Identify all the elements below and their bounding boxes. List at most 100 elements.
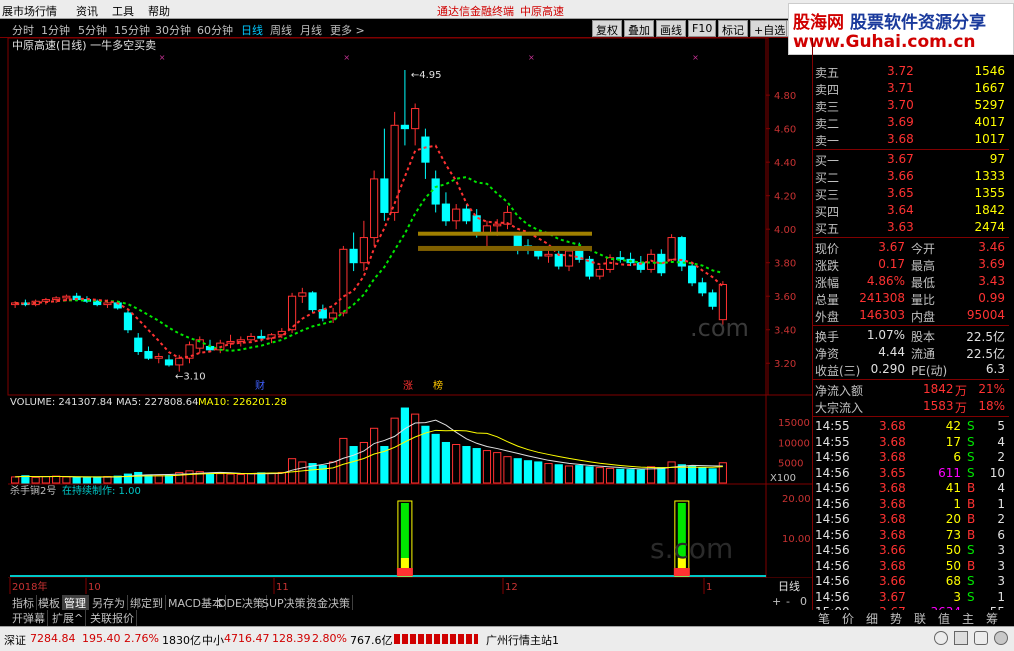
volume-bar [544,463,553,484]
period-tab-15min[interactable]: 15分钟 [114,22,150,38]
volume-bar [31,476,40,484]
zoom-in-button[interactable]: + [770,595,783,610]
tick-volume: 611 [938,465,961,480]
tick-row: 14:56 3.68 1 B 1 [813,496,1009,513]
period-tab-weekly[interactable]: 周线 [270,22,292,38]
flow-value: 1583 [923,399,954,413]
volume-bar [52,475,61,484]
candle-body [349,248,358,264]
network-icon[interactable] [994,631,1008,645]
expand-button[interactable]: 扩展^ [50,610,87,626]
stat-label: 今开 [911,242,936,256]
tab-sup[interactable]: SUP决策 [260,595,309,610]
fuquan-button[interactable]: 复权 [592,20,622,37]
f10-button[interactable]: F10 [688,20,717,37]
ask-row: 卖五 3.72 1546 [813,63,1009,80]
period-tab-5min[interactable]: 5分钟 [78,22,107,38]
related-quote-button[interactable]: 关联报价 [88,610,137,626]
panel-separator [813,149,1009,150]
stat-value: 3.46 [978,240,1005,254]
candle-body [134,337,143,353]
chart-area[interactable]: 中原高速(日线) 一牛多空买卖 4.80 4.60 4.40 4.20 4.00 3.80 3… [0,37,812,594]
period-tab-1min[interactable]: 1分钟 [41,22,70,38]
stat-label: 最高 [911,259,936,273]
stat-value: 4.86% [866,274,905,288]
candle-body [390,124,399,213]
volume-bar [441,441,451,484]
stat-value: 3.69 [978,257,1005,271]
tick-side: B [967,512,976,526]
ask-volume: 4017 [974,115,1005,129]
settings-icon[interactable] [974,631,988,645]
ask-label: 卖一 [815,134,840,148]
lock-icon[interactable] [954,631,968,645]
panel-tab-chips[interactable]: 筹 [986,610,998,627]
panel-tab-ticks[interactable]: 笔 [818,610,830,627]
menu-item-news[interactable]: 资讯 [76,3,98,19]
flow-row: 净流入额 1842 万 21% [813,381,1009,398]
panel-tab-price[interactable]: 价 [842,610,854,627]
tick-volume: 41 [945,481,961,495]
stock-title: 中原高速 [520,5,564,18]
period-tab-more[interactable]: 更多 > [330,22,365,38]
tab-save-as[interactable]: 另存为 [90,595,128,610]
ask-label: 卖二 [815,117,840,131]
menu-item-help[interactable]: 帮助 [148,3,170,19]
zoom-reset-button[interactable]: 0 [798,595,809,610]
volume-bar [154,475,163,484]
sz-index-amount: 1830亿 [162,634,201,647]
panel-tab-value[interactable]: 值 [938,610,950,627]
period-tab-intraday[interactable]: 分时 [12,22,34,38]
stat-row: 涨跌 0.17 最高 3.69 [813,256,1009,273]
tick-row: 14:56 3.68 20 B 2 [813,511,1009,528]
stat-label: 现价 [815,242,840,256]
tab-fund[interactable]: 资金决策 [304,595,353,610]
volume-bar [370,427,379,484]
tab-manage[interactable]: 管理 [62,595,89,610]
overlay-button[interactable]: 叠加 [624,20,654,37]
tick-count: 3 [997,574,1005,588]
volume-bar [698,467,707,484]
bid-volume: 97 [989,152,1005,166]
stat-row: 净资 4.44 流通 22.5亿 [813,344,1009,361]
panel-tab-trend[interactable]: 势 [890,610,902,627]
app-title: 通达信金融终端 [437,5,514,18]
volume-bar [595,467,604,484]
bid-label: 买四 [815,205,840,219]
panel-tab-link[interactable]: 联 [914,610,926,627]
tab-template[interactable]: 模板 [36,595,63,610]
mark-button[interactable]: 标记 [718,20,748,37]
panel-tab-detail[interactable]: 细 [866,610,878,627]
tab-indicator[interactable]: 指标 [10,595,37,610]
period-tab-60min[interactable]: 60分钟 [197,22,233,38]
volume-ma10: MA10: 226201.28 [198,397,287,408]
bid-label: 买三 [815,188,840,202]
kline-chart-svg[interactable]: 中原高速(日线) 一牛多空买卖 4.80 4.60 4.40 4.20 4.00 3.80 3… [0,37,812,594]
menu-item-tools[interactable]: 工具 [112,3,134,19]
zoom-out-button[interactable]: - [784,595,792,610]
danmaku-button[interactable]: 开弹幕 [10,610,48,626]
clock-icon[interactable] [934,631,948,645]
period-tab-daily[interactable]: 日线 [241,22,263,38]
add-watchlist-button[interactable]: +自选 [750,20,790,37]
volume-bar [431,433,440,484]
volume-bar [226,473,235,484]
tick-side: S [967,589,975,604]
candle-body [175,357,184,366]
volume-bar [329,461,338,484]
tab-bind-to[interactable]: 绑定到 [128,595,166,610]
menu-item-market[interactable]: 展市场行情 [2,3,57,19]
date-axis-label: 2018年 [12,580,47,593]
tick-count: 3 [997,543,1005,557]
volume-bar [318,465,327,484]
bid-price: 3.65 [887,186,914,200]
watermark-brand: 股海网 股票软件资源分享 [793,8,986,33]
volume-bar [62,476,71,484]
draw-line-button[interactable]: 画线 [656,20,686,37]
panel-tab-main[interactable]: 主 [962,610,974,627]
ask-price: 3.72 [887,64,914,78]
tick-time: 14:56 [815,481,850,495]
period-tab-30min[interactable]: 30分钟 [155,22,191,38]
server-name[interactable]: 广州行情主站1 [486,632,559,648]
period-tab-monthly[interactable]: 月线 [300,22,322,38]
